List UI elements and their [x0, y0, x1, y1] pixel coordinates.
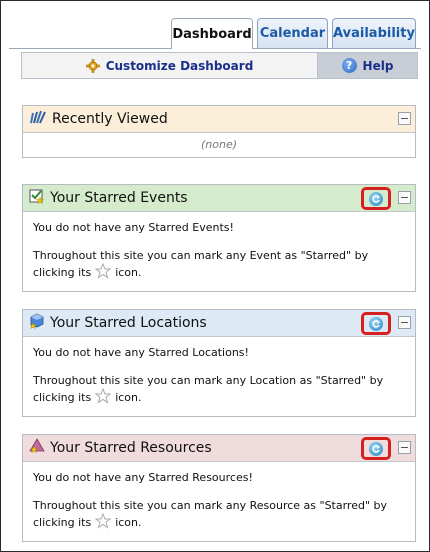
starred-locations-panel: Your Starred Locations You do not have a…	[22, 309, 416, 417]
starred-locations-body: You do not have any Starred Locations! T…	[23, 337, 415, 416]
tab-availability[interactable]: Availability	[332, 18, 416, 48]
recently-viewed-header: Recently Viewed	[23, 106, 415, 133]
star-outline-icon	[94, 387, 112, 408]
dashboard-toolbar: Customize Dashboard ? Help	[21, 52, 418, 79]
collapse-button[interactable]	[398, 191, 411, 204]
star-outline-icon	[94, 262, 112, 283]
window-frame: Dashboard Calendar Availability Customiz…	[0, 0, 430, 552]
active-tab-gap	[172, 47, 252, 50]
starred-resources-panel: Your Starred Resources You do not have a…	[22, 434, 416, 542]
help-button[interactable]: ? Help	[317, 53, 417, 78]
starred-locations-hint: Throughout this site you can mark any Lo…	[33, 373, 405, 408]
hint-text: Throughout this site you can mark any Lo…	[33, 374, 384, 404]
starred-events-hint: Throughout this site you can mark any Ev…	[33, 248, 405, 283]
help-label: Help	[362, 58, 394, 73]
starred-events-title: Your Starred Events	[50, 190, 188, 206]
recently-viewed-panel: Recently Viewed (none)	[22, 105, 416, 158]
gear-icon	[85, 58, 100, 73]
starred-resources-empty: You do not have any Starred Resources!	[33, 471, 253, 484]
starred-resources-body: You do not have any Starred Resources! T…	[23, 462, 415, 541]
starred-locations-empty: You do not have any Starred Locations!	[33, 346, 249, 359]
starred-events-header: Your Starred Events	[23, 185, 415, 212]
starred-events-empty: You do not have any Starred Events!	[33, 221, 234, 234]
recently-viewed-empty: (none)	[200, 138, 238, 151]
hint-text-end: icon.	[115, 516, 142, 529]
refresh-icon	[369, 441, 383, 456]
starred-resources-hint: Throughout this site you can mark any Re…	[33, 498, 405, 533]
starred-locations-header: Your Starred Locations	[23, 310, 415, 337]
refresh-button[interactable]	[361, 437, 391, 460]
refresh-icon	[369, 191, 383, 206]
starred-resources-title: Your Starred Resources	[50, 440, 212, 456]
starred-resources-header: Your Starred Resources	[23, 435, 415, 462]
recently-viewed-title: Recently Viewed	[52, 111, 168, 127]
starred-locations-title: Your Starred Locations	[50, 315, 207, 331]
starred-events-icon	[29, 188, 45, 208]
collapse-button[interactable]	[398, 316, 411, 329]
hint-text-end: icon.	[115, 391, 142, 404]
collapse-button[interactable]	[398, 112, 411, 125]
starred-resources-icon	[29, 438, 45, 458]
starred-locations-icon	[29, 313, 45, 333]
refresh-button[interactable]	[361, 312, 391, 335]
refresh-button[interactable]	[361, 187, 391, 210]
customize-dashboard-button[interactable]: Customize Dashboard	[22, 53, 317, 78]
tab-calendar[interactable]: Calendar	[257, 18, 328, 48]
starred-events-body: You do not have any Starred Events! Thro…	[23, 212, 415, 291]
hint-text: Throughout this site you can mark any Ev…	[33, 249, 369, 279]
recently-viewed-icon	[29, 109, 47, 129]
customize-dashboard-label: Customize Dashboard	[105, 58, 254, 73]
star-outline-icon	[94, 512, 112, 533]
tab-bar: Dashboard Calendar Availability	[171, 18, 416, 49]
collapse-button[interactable]	[398, 441, 411, 454]
refresh-icon	[369, 316, 383, 331]
starred-events-panel: Your Starred Events You do not have any …	[22, 184, 416, 292]
hint-text-end: icon.	[115, 266, 142, 279]
hint-text: Throughout this site you can mark any Re…	[33, 499, 388, 529]
tab-dashboard[interactable]: Dashboard	[171, 18, 253, 49]
help-icon: ?	[341, 58, 357, 73]
